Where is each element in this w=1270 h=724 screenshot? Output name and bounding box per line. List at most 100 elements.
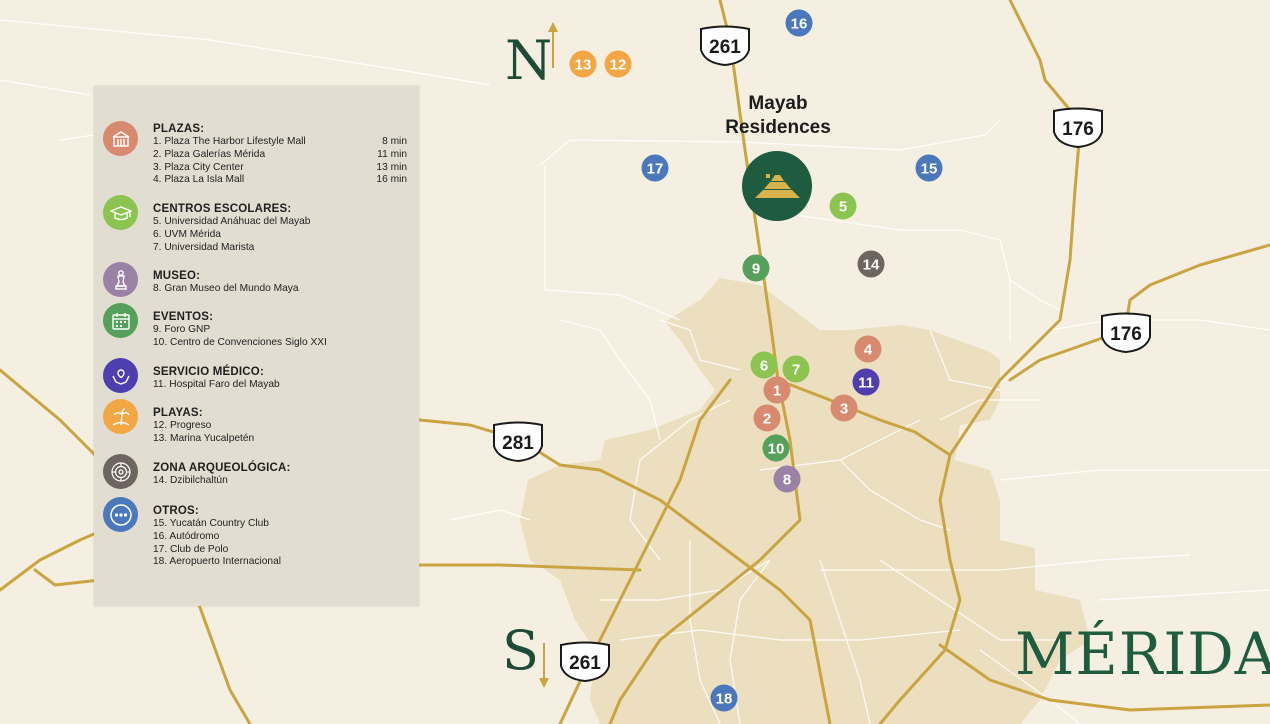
highway-number: 261 <box>569 653 601 674</box>
legend-category-title: EVENTOS: <box>153 311 214 323</box>
poi-marker-label: 15 <box>921 161 938 178</box>
legend-item-label: 1. Plaza The Harbor Lifestyle Mall <box>153 136 306 147</box>
compass-north: N <box>505 29 553 92</box>
medical-hands-icon <box>103 358 138 393</box>
poi-marker-label: 1 <box>773 383 781 400</box>
legend-category-title: MUSEO: <box>153 270 201 282</box>
graduation-cap-icon <box>103 195 138 230</box>
legend-item: 13. Marina Yucalpetén <box>153 433 407 446</box>
poi-marker-label: 14 <box>863 257 880 274</box>
legend-item-time: 8 min <box>382 136 407 147</box>
mall-icon <box>103 121 138 156</box>
legend-item-label: 16. Autódromo <box>153 530 220 542</box>
legend-item-list: 14. Dzibilchaltún <box>153 475 407 488</box>
poi-marker-label: 7 <box>792 362 800 379</box>
legend-item-list: 15. Yucatán Country Club 16. Autódromo 17.… <box>153 518 407 569</box>
legend-item: 8. Gran Museo del Mundo Maya <box>153 283 407 296</box>
compass-south: S <box>502 619 539 682</box>
legend-item-time: 11 min <box>377 148 407 160</box>
legend-category-title: SERVICIO MÉDICO: <box>153 366 264 378</box>
highway-shield-176: 176 <box>1053 107 1103 149</box>
highway-shield-281: 281 <box>493 421 543 463</box>
legend-item-time: 13 min <box>376 161 407 173</box>
legend-item-label: 2. Plaza Galerías Mérida <box>153 148 266 160</box>
poi-marker-16[interactable]: 16 <box>785 9 813 37</box>
legend-item: 7. Universidad Marista <box>153 242 407 255</box>
poi-marker-14[interactable]: 14 <box>857 250 885 278</box>
poi-marker-label: 8 <box>783 472 791 489</box>
legend-item-label: 14. Dzibilchaltún <box>153 475 228 486</box>
poi-marker-label: 2 <box>763 411 771 428</box>
poi-marker-10[interactable]: 10 <box>762 434 790 462</box>
legend-item: 10. Centro de Convenciones Siglo XXI <box>153 337 407 350</box>
poi-marker-9[interactable]: 9 <box>742 254 770 282</box>
poi-marker-label: 18 <box>716 691 733 708</box>
poi-marker-4[interactable]: 4 <box>854 335 882 363</box>
poi-marker-17[interactable]: 17 <box>641 154 669 182</box>
legend-item: 2. Plaza Galerías Mérida 11 min <box>153 149 407 162</box>
legend-item-label: 12. Progreso <box>153 420 212 431</box>
poi-marker-7[interactable]: 7 <box>782 355 810 383</box>
legend-item-label: 18. Aeropuerto Internacional <box>153 556 281 568</box>
poi-marker-label: 3 <box>840 401 848 418</box>
legend-panel: PLAZAS: 1. Plaza The Harbor Lifestyle Mal… <box>94 86 419 606</box>
legend-category-title: PLAYAS: <box>153 407 203 419</box>
legend-item: 6. UVM Mérida <box>153 229 407 242</box>
legend-item-label: 17. Club de Polo <box>153 543 229 555</box>
poi-marker-11[interactable]: 11 <box>852 368 880 396</box>
poi-marker-3[interactable]: 3 <box>830 394 858 422</box>
legend-item: 4. Plaza La Isla Mall 16 min <box>153 174 407 187</box>
legend-item-label: 8. Gran Museo del Mundo Maya <box>153 283 299 294</box>
legend-item-time: 16 min <box>376 174 407 186</box>
poi-marker-label: 9 <box>752 261 760 278</box>
highway-number: 261 <box>709 37 741 58</box>
poi-marker-label: 10 <box>768 441 785 458</box>
mayab-title-line1: Mayab <box>748 93 808 114</box>
statue-icon <box>103 262 138 297</box>
legend-item: 17. Club de Polo <box>153 544 407 557</box>
poi-marker-label: 12 <box>610 57 627 74</box>
poi-marker-label: 17 <box>647 161 664 178</box>
mayab-title-line2: Residences <box>725 117 831 138</box>
legend-item-label: 11. Hospital Faro del Mayab <box>153 379 280 390</box>
legend-item-list: 12. Progreso 13. Marina Yucalpetén <box>153 420 407 446</box>
legend-item-list: 9. Foro GNP 10. Centro de Convenciones Si… <box>153 324 407 350</box>
city-title: MÉRIDA <box>1015 620 1270 688</box>
mayab-residences-logo[interactable] <box>742 151 812 221</box>
poi-marker-label: 5 <box>839 199 847 216</box>
mayab-residences-title: Mayab Residences <box>700 92 856 140</box>
legend-item: 18. Aeropuerto Internacional <box>153 556 407 569</box>
poi-marker-1[interactable]: 1 <box>763 376 791 404</box>
legend-item: 3. Plaza City Center 13 min <box>153 162 407 175</box>
poi-marker-12[interactable]: 12 <box>604 50 632 78</box>
poi-marker-13[interactable]: 13 <box>569 50 597 78</box>
highway-shield-261: 261 <box>560 641 610 683</box>
legend-item: 16. Autódromo <box>153 531 407 544</box>
poi-marker-8[interactable]: 8 <box>773 465 801 493</box>
legend-item-label: 6. UVM Mérida <box>153 228 221 240</box>
legend-item: 12. Progreso <box>153 420 407 433</box>
poi-marker-label: 13 <box>575 57 592 74</box>
highway-number: 281 <box>502 433 534 454</box>
more-icon <box>103 497 138 532</box>
poi-marker-label: 11 <box>858 375 874 392</box>
legend-category-title: ZONA ARQUEOLÓGICA: <box>153 462 291 474</box>
highway-number: 176 <box>1062 119 1094 140</box>
compass-arrows <box>539 22 558 688</box>
legend-item: 1. Plaza The Harbor Lifestyle Mall 8 min <box>153 136 407 149</box>
legend-item-list: 5. Universidad Anáhuac del Mayab 6. UVM M… <box>153 216 407 254</box>
poi-marker-18[interactable]: 18 <box>710 684 738 712</box>
poi-marker-label: 6 <box>760 358 768 375</box>
legend-item: 9. Foro GNP <box>153 324 407 337</box>
legend-item-list: 8. Gran Museo del Mundo Maya <box>153 283 407 296</box>
poi-marker-6[interactable]: 6 <box>750 351 778 379</box>
mayan-calendar-icon <box>103 454 138 489</box>
poi-marker-2[interactable]: 2 <box>753 404 781 432</box>
legend-item-list: 1. Plaza The Harbor Lifestyle Mall 8 min 2… <box>153 136 407 187</box>
poi-marker-15[interactable]: 15 <box>915 154 943 182</box>
poi-marker-5[interactable]: 5 <box>829 192 857 220</box>
legend-item-list: 11. Hospital Faro del Mayab <box>153 379 407 392</box>
legend-item: 14. Dzibilchaltún <box>153 475 407 488</box>
poi-marker-label: 4 <box>864 342 873 359</box>
legend-item: 5. Universidad Anáhuac del Mayab <box>153 216 407 229</box>
